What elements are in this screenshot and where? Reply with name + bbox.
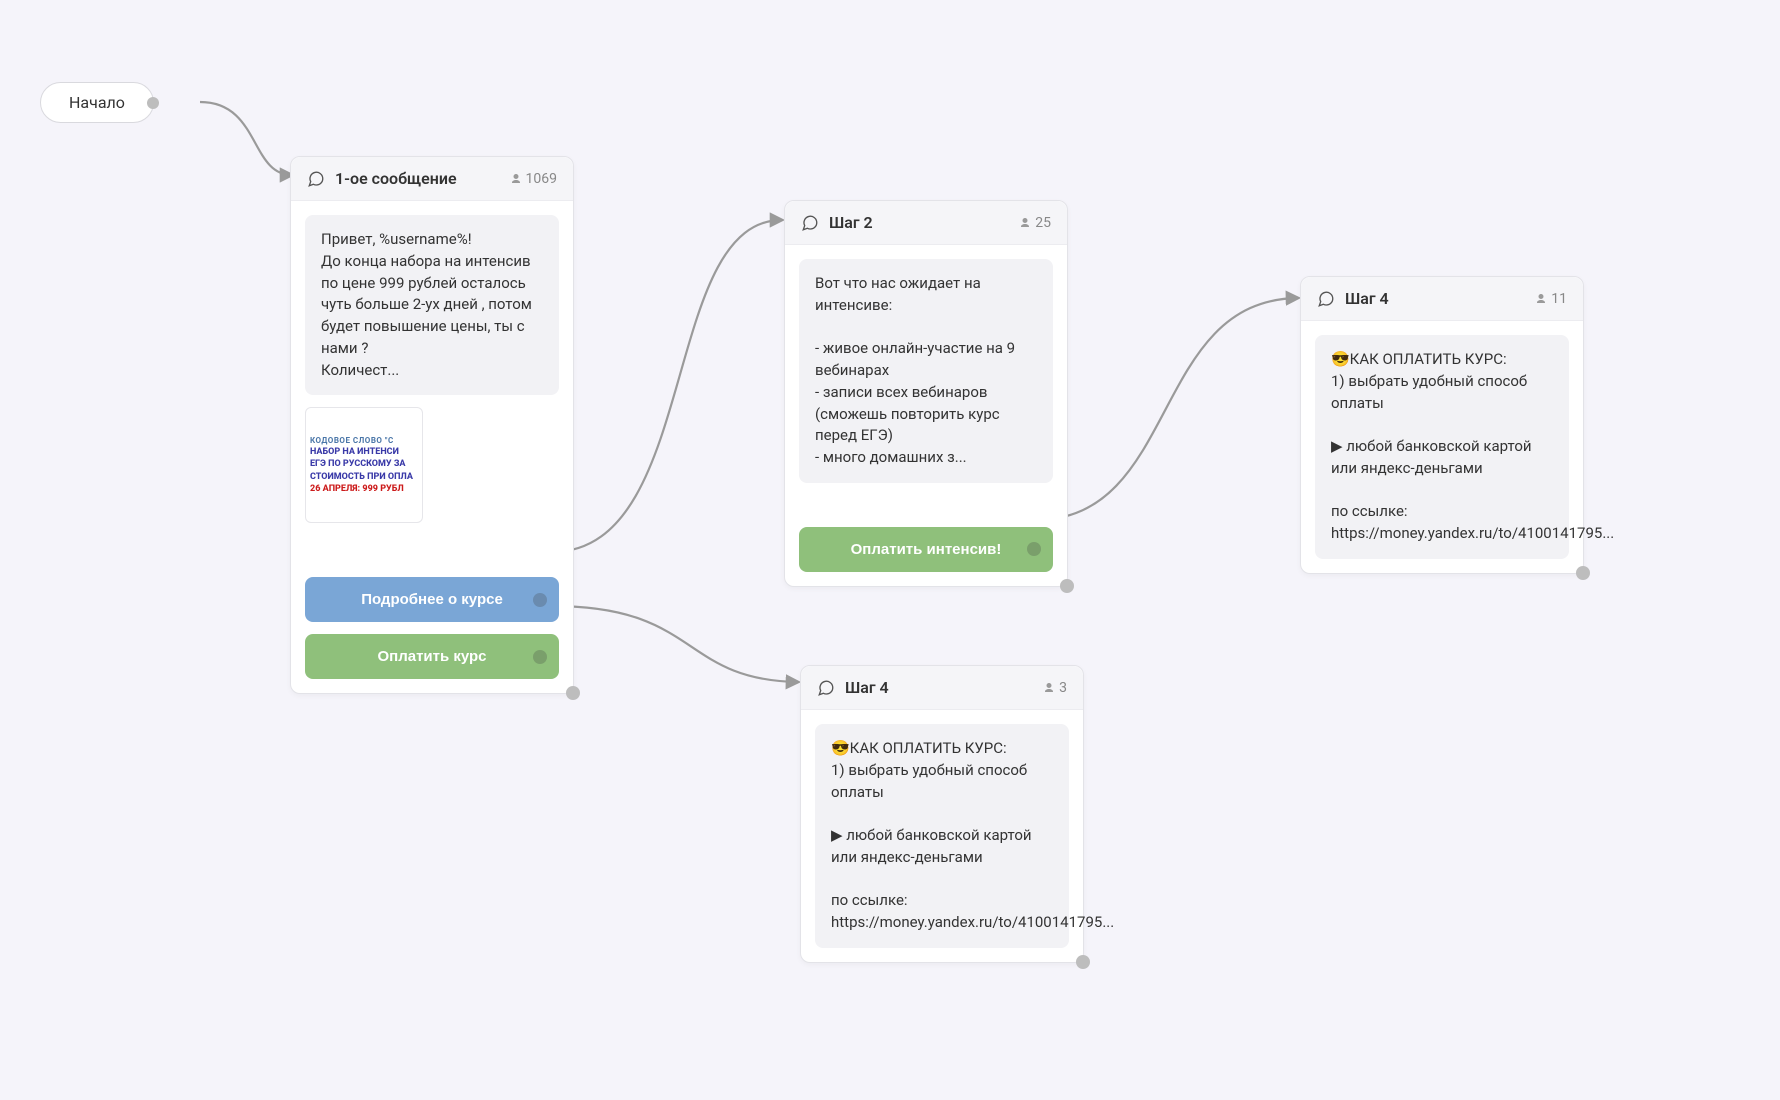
button-out-port[interactable] bbox=[533, 650, 547, 664]
thumb-line: ЕГЭ ПО РУССКОМУ ЗА bbox=[310, 459, 418, 469]
node-out-port[interactable] bbox=[1076, 955, 1090, 969]
start-label: Начало bbox=[69, 93, 125, 112]
message-attachment-thumb[interactable]: КОДОВОЕ СЛОВО "С НАБОР НА ИНТЕНСИ ЕГЭ ПО… bbox=[305, 407, 423, 523]
chat-icon bbox=[817, 679, 835, 697]
node-message-1[interactable]: 1-ое сообщение 1069 Привет, %username%! … bbox=[290, 156, 574, 694]
node-step-2[interactable]: Шаг 2 25 Вот что нас ожидает на интенсив… bbox=[784, 200, 1068, 587]
button-more-about-course[interactable]: Подробнее о курсе bbox=[305, 577, 559, 622]
thumb-line: КОДОВОЕ СЛОВО "С bbox=[310, 436, 418, 445]
button-out-port[interactable] bbox=[533, 593, 547, 607]
user-icon bbox=[1535, 293, 1547, 305]
node-header: Шаг 4 11 bbox=[1301, 277, 1583, 321]
user-icon bbox=[510, 173, 522, 185]
thumb-line: НАБОР НА ИНТЕНСИ bbox=[310, 447, 418, 457]
chat-icon bbox=[1317, 290, 1335, 308]
button-pay-intensive[interactable]: Оплатить интенсив! bbox=[799, 527, 1053, 572]
flow-canvas[interactable]: Начало 1-ое сообщение 1069 Привет, %user… bbox=[0, 0, 1780, 1100]
start-node[interactable]: Начало bbox=[40, 82, 154, 123]
node-title: 1-ое сообщение bbox=[335, 169, 510, 188]
user-icon bbox=[1043, 682, 1055, 694]
message-text: 😎КАК ОПЛАТИТЬ КУРС: 1) выбрать удобный с… bbox=[1315, 335, 1569, 559]
node-count-value: 3 bbox=[1059, 680, 1067, 696]
node-header: 1-ое сообщение 1069 bbox=[291, 157, 573, 201]
button-pay-course[interactable]: Оплатить курс bbox=[305, 634, 559, 679]
message-text: Привет, %username%! До конца набора на и… bbox=[305, 215, 559, 395]
thumb-line: СТОИМОСТЬ ПРИ ОПЛА bbox=[310, 472, 418, 482]
node-out-port[interactable] bbox=[1576, 566, 1590, 580]
node-title: Шаг 4 bbox=[845, 678, 1043, 697]
button-label: Подробнее о курсе bbox=[361, 591, 503, 608]
node-count-value: 25 bbox=[1035, 215, 1051, 231]
thumb-line: 26 АПРЕЛЯ: 999 РУБЛ bbox=[310, 484, 418, 494]
button-label: Оплатить курс bbox=[377, 648, 486, 665]
node-out-port[interactable] bbox=[566, 686, 580, 700]
node-user-count: 1069 bbox=[510, 171, 557, 187]
node-count-value: 11 bbox=[1551, 291, 1567, 307]
node-step-4a[interactable]: Шаг 4 11 😎КАК ОПЛАТИТЬ КУРС: 1) выбрать … bbox=[1300, 276, 1584, 574]
node-user-count: 25 bbox=[1019, 215, 1051, 231]
start-out-port[interactable] bbox=[147, 97, 159, 109]
button-out-port[interactable] bbox=[1027, 542, 1041, 556]
chat-icon bbox=[801, 214, 819, 232]
node-step-4b[interactable]: Шаг 4 3 😎КАК ОПЛАТИТЬ КУРС: 1) выбрать у… bbox=[800, 665, 1084, 963]
node-out-port[interactable] bbox=[1060, 579, 1074, 593]
node-count-value: 1069 bbox=[526, 171, 557, 187]
button-label: Оплатить интенсив! bbox=[851, 541, 1002, 558]
node-header: Шаг 4 3 bbox=[801, 666, 1083, 710]
chat-icon bbox=[307, 170, 325, 188]
user-icon bbox=[1019, 217, 1031, 229]
node-title: Шаг 4 bbox=[1345, 289, 1535, 308]
message-text: Вот что нас ожидает на интенсиве: - живо… bbox=[799, 259, 1053, 483]
node-user-count: 11 bbox=[1535, 291, 1567, 307]
message-text: 😎КАК ОПЛАТИТЬ КУРС: 1) выбрать удобный с… bbox=[815, 724, 1069, 948]
node-header: Шаг 2 25 bbox=[785, 201, 1067, 245]
node-title: Шаг 2 bbox=[829, 213, 1019, 232]
node-user-count: 3 bbox=[1043, 680, 1067, 696]
